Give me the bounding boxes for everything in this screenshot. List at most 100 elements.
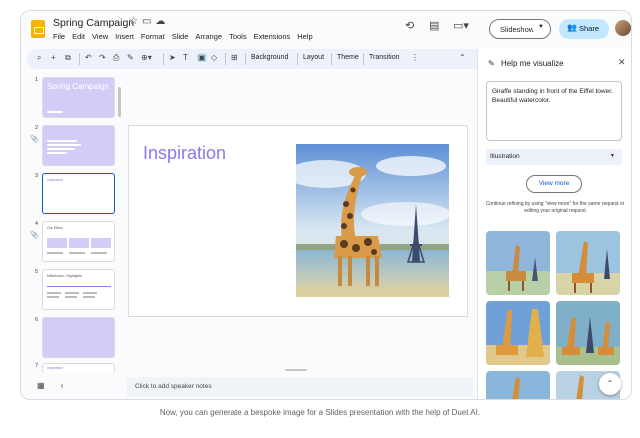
toolbar-divider — [225, 53, 226, 65]
generated-image[interactable] — [556, 301, 620, 365]
toolbar-divider — [163, 53, 164, 65]
menu-slide[interactable]: Slide — [172, 32, 189, 41]
generated-image[interactable] — [486, 231, 550, 295]
menu-view[interactable]: View — [92, 32, 108, 41]
panel-header: ✎ Help me visualize — [488, 59, 564, 68]
image-icon[interactable]: ▣ — [197, 53, 207, 62]
slide-thumbnail-6[interactable] — [42, 317, 115, 358]
grid-view-icon[interactable]: ▦ — [37, 381, 45, 390]
search-icon[interactable]: ⌕ — [37, 53, 41, 63]
cloud-icon[interactable]: ☁ — [155, 16, 169, 27]
new-slide-icon[interactable]: ⧉ — [65, 53, 71, 63]
slide-thumbnail-5[interactable]: Milestones / Highlights — [42, 269, 115, 310]
theme-button[interactable]: Theme — [337, 54, 359, 61]
avatar[interactable] — [615, 20, 631, 36]
menu-format[interactable]: Format — [141, 32, 165, 41]
menu-insert[interactable]: Insert — [115, 32, 134, 41]
slideshow-label: Slideshow — [500, 25, 535, 34]
toolbar-divider — [79, 53, 80, 65]
thumb-title: Our Ethos — [47, 226, 63, 230]
filmstrip-scrollbar[interactable] — [118, 87, 121, 117]
print-icon[interactable]: ⎙ — [113, 53, 119, 63]
toolbar-divider — [245, 53, 246, 65]
shapes-icon[interactable]: ◇ — [211, 53, 217, 62]
document-title[interactable]: Spring Campaign — [53, 17, 134, 29]
thumb-text-line — [69, 252, 85, 254]
share-label: Share — [579, 24, 600, 33]
chevron-up-icon[interactable]: ⌃ — [599, 373, 621, 395]
giraffe-image[interactable] — [296, 144, 449, 297]
prompt-input[interactable]: Giraffe standing in front of the Eiffel … — [486, 81, 622, 141]
paint-format-icon[interactable]: ✎ — [127, 53, 134, 62]
caption: Now, you can generate a bespoke image fo… — [159, 408, 481, 417]
redo-icon[interactable]: ↷ — [99, 53, 106, 62]
thumb-title: Inspiration — [47, 366, 64, 370]
thumb-title: Inspiration — [47, 178, 64, 182]
transition-button[interactable]: Transition — [369, 54, 399, 61]
meet-icon[interactable]: ▭▾ — [453, 19, 469, 32]
textbox-icon[interactable]: T — [183, 53, 188, 62]
giraffe-result-2 — [556, 231, 620, 295]
slide-title[interactable]: Inspiration — [143, 143, 226, 164]
menu-arrange[interactable]: Arrange — [195, 32, 222, 41]
current-slide[interactable]: Inspiration — [128, 125, 468, 317]
slide-thumbnail-4[interactable]: Our Ethos — [42, 221, 115, 262]
chevron-down-icon: ▼ — [610, 153, 615, 159]
close-icon[interactable]: ✕ — [618, 57, 626, 68]
thumb-text-line — [47, 148, 75, 150]
slideshow-dropdown-button[interactable]: ▼ — [533, 19, 551, 39]
chevron-up-icon[interactable]: ⌃ — [459, 53, 466, 62]
share-button[interactable]: 👥 Share — [559, 19, 609, 39]
toolbar-divider — [297, 53, 298, 65]
generated-image[interactable] — [486, 301, 550, 365]
thumb-divider — [47, 286, 111, 287]
menu-edit[interactable]: Edit — [72, 32, 85, 41]
slides-logo-icon[interactable] — [31, 20, 45, 38]
folder-icon[interactable]: ▭ — [142, 16, 155, 27]
menu-help[interactable]: Help — [297, 32, 312, 41]
star-icon[interactable]: ☆ — [129, 16, 142, 27]
generated-image[interactable] — [486, 371, 550, 399]
menu-tools[interactable]: Tools — [229, 32, 247, 41]
chevron-left-icon[interactable]: ‹ — [61, 381, 64, 390]
comment-add-icon[interactable]: ⊞ — [231, 53, 238, 62]
history-icon[interactable]: ⟲ — [405, 19, 414, 32]
menu-file[interactable]: File — [53, 32, 65, 41]
select-icon[interactable]: ➤ — [169, 53, 176, 62]
giraffe-result-1 — [486, 231, 550, 295]
thumb-text-line — [47, 144, 81, 146]
background-button[interactable]: Background — [251, 54, 288, 61]
generated-image[interactable] — [556, 231, 620, 295]
slide-thumbnail-1[interactable]: Spring Campaign — [42, 77, 115, 118]
slide-number: 4 — [35, 221, 39, 227]
thumb-box — [47, 238, 67, 248]
bottom-controls: ▦ ‹ — [37, 381, 63, 390]
app-window: Spring Campaign ☆▭☁ File Edit View Inser… — [20, 10, 632, 400]
view-more-button[interactable]: View more — [526, 175, 582, 193]
menu-extensions[interactable]: Extensions — [254, 32, 291, 41]
thumb-text-line — [47, 140, 77, 142]
panel-title: Help me visualize — [500, 59, 564, 68]
paperclip-icon: 📎 — [30, 232, 39, 239]
slide-number: 3 — [35, 173, 39, 179]
thumb-text-line — [47, 296, 59, 298]
thumb-text-line — [65, 296, 77, 298]
slide-thumbnail-2[interactable] — [42, 125, 115, 166]
more-options-icon[interactable]: ⋮ — [411, 53, 419, 62]
menu-bar: File Edit View Insert Format Slide Arran… — [53, 32, 313, 41]
slide-thumbnail-3[interactable]: Inspiration — [42, 173, 115, 214]
giraffe-result-5 — [486, 371, 550, 399]
slide-filmstrip: 1 Spring Campaign 2 📎 3 Inspiration 4 📎 … — [21, 73, 121, 373]
toolbar-divider — [331, 53, 332, 65]
comment-icon[interactable]: ▤ — [429, 19, 439, 32]
style-dropdown[interactable]: Illustration ▼ — [486, 149, 622, 165]
zoom-icon[interactable]: ⊕▾ — [141, 53, 152, 62]
add-icon[interactable]: + — [51, 53, 56, 62]
layout-button[interactable]: Layout — [303, 54, 324, 61]
undo-icon[interactable]: ↶ — [85, 53, 92, 62]
resize-handle[interactable] — [285, 369, 307, 371]
speaker-notes[interactable]: Click to add speaker notes — [127, 377, 473, 397]
slide-number: 5 — [35, 269, 39, 275]
slide-thumbnail-7[interactable]: Inspiration — [42, 363, 115, 373]
thumb-title: Milestones / Highlights — [47, 274, 83, 278]
